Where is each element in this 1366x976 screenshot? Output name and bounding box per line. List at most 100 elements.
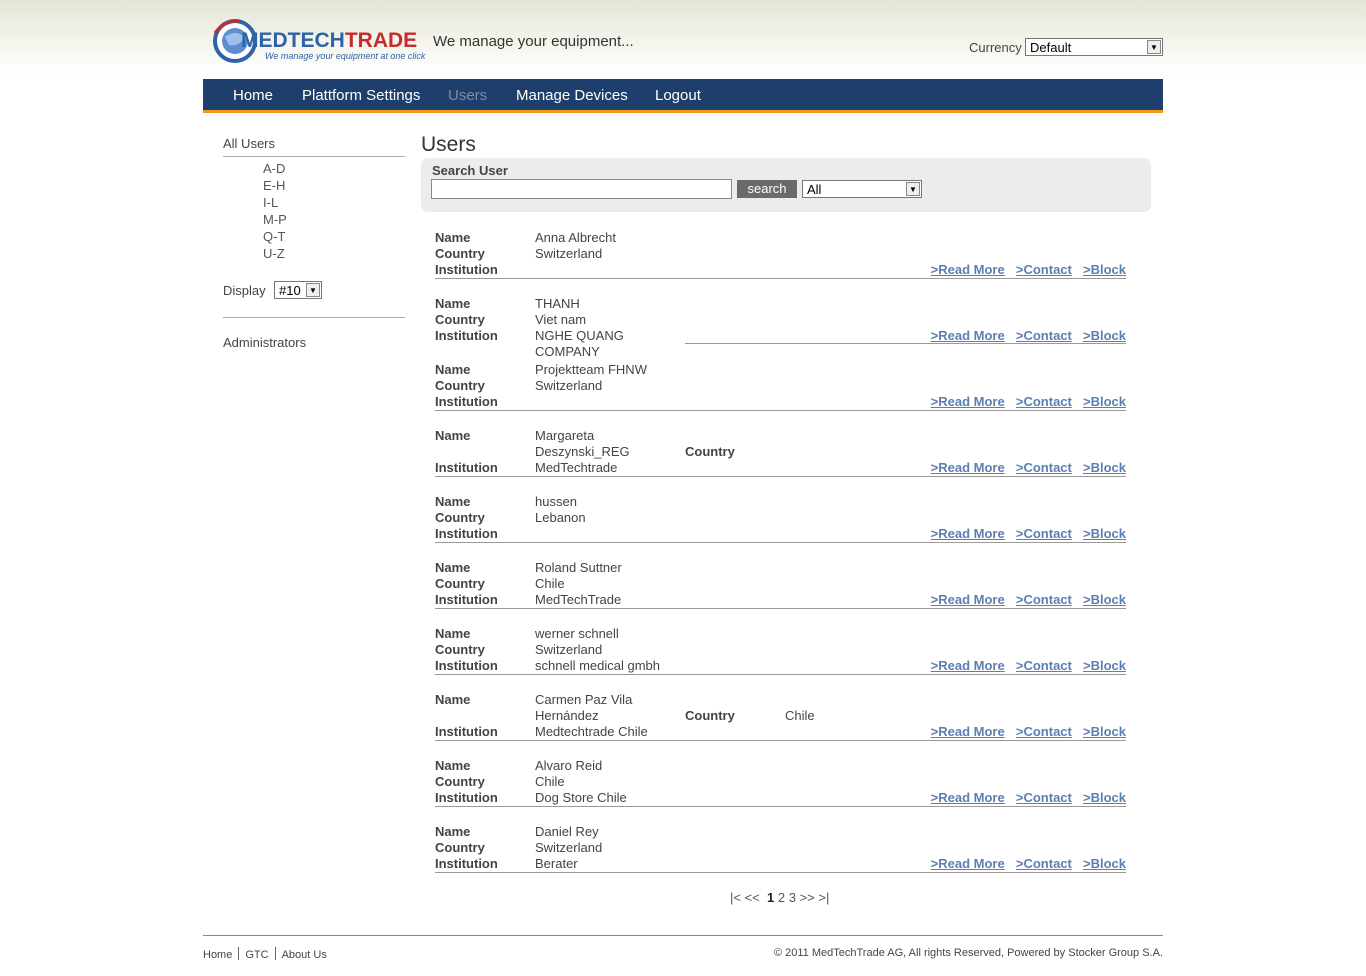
country-label: Country [435, 246, 485, 261]
block-link[interactable]: >Block [1083, 856, 1126, 871]
institution-label: Institution [435, 790, 498, 805]
contact-link[interactable]: >Contact [1016, 658, 1072, 673]
read-more-link[interactable]: >Read More [931, 856, 1005, 871]
name-label: Name [435, 428, 471, 443]
name-label: Name [435, 296, 471, 311]
user-name: Alvaro Reid [535, 758, 603, 773]
read-more-link[interactable]: >Read More [931, 262, 1005, 277]
pager-page-2[interactable]: 2 [778, 890, 785, 905]
user-actions: >Read More >Contact >Block [924, 526, 1126, 542]
pager-page-3[interactable]: 3 [789, 890, 796, 905]
nav-logout[interactable]: Logout [655, 87, 701, 104]
chevron-down-icon: ▼ [306, 283, 320, 297]
display-count-value: #10 [279, 283, 301, 298]
block-link[interactable]: >Block [1083, 394, 1126, 409]
chevron-down-icon: ▼ [906, 182, 920, 196]
contact-link[interactable]: >Contact [1016, 724, 1072, 739]
block-link[interactable]: >Block [1083, 592, 1126, 607]
read-more-link[interactable]: >Read More [931, 658, 1005, 673]
block-link[interactable]: >Block [1083, 790, 1126, 805]
user-name-line2: Hernández [535, 708, 599, 723]
medtechtrade-logo[interactable]: MEDTECHTRADE We manage your equipment at… [213, 17, 425, 65]
block-link[interactable]: >Block [1083, 328, 1126, 343]
user-institution: MedTechTrade [535, 592, 622, 607]
country-label: Country [435, 312, 485, 327]
logo-wordmark: MEDTECHTRADE [241, 29, 418, 52]
pager-first[interactable]: |< [730, 890, 741, 905]
name-label: Name [435, 362, 471, 377]
pager-page-1[interactable]: 1 [767, 890, 774, 905]
user-country: Chile [785, 708, 815, 723]
contact-link[interactable]: >Contact [1016, 790, 1072, 805]
user-row: Name hussen Country Lebanon Institution … [435, 492, 1126, 543]
footer-links: Home GTC About Us [203, 947, 327, 961]
sidebar-administrators[interactable]: Administrators [223, 335, 306, 350]
institution-label: Institution [435, 856, 498, 871]
contact-link[interactable]: >Contact [1016, 856, 1072, 871]
read-more-link[interactable]: >Read More [931, 328, 1005, 343]
read-more-link[interactable]: >Read More [931, 526, 1005, 541]
user-institution: Dog Store Chile [535, 790, 627, 805]
nav-users[interactable]: Users [448, 87, 487, 104]
footer-gtc-link[interactable]: GTC [245, 949, 268, 961]
contact-link[interactable]: >Contact [1016, 394, 1072, 409]
block-link[interactable]: >Block [1083, 526, 1126, 541]
search-button[interactable]: search [737, 180, 797, 198]
display-label: Display [223, 283, 266, 298]
search-input[interactable] [431, 179, 732, 199]
nav-platform-settings[interactable]: Plattform Settings [302, 87, 420, 104]
letter-filter-e-h[interactable]: E-H [263, 178, 287, 195]
footer-separator [274, 947, 276, 960]
country-label: Country [685, 444, 735, 459]
pager-last[interactable]: >| [818, 890, 829, 905]
institution-label: Institution [435, 262, 498, 277]
read-more-link[interactable]: >Read More [931, 724, 1005, 739]
name-label: Name [435, 824, 471, 839]
currency-select[interactable]: Default ▼ [1025, 38, 1163, 56]
search-filter-select[interactable]: All ▼ [802, 180, 922, 198]
user-actions: >Read More >Contact >Block [924, 724, 1126, 740]
user-actions: >Read More >Contact >Block [924, 592, 1126, 608]
letter-filter-list: A-D E-H I-L M-P Q-T U-Z [263, 161, 287, 263]
contact-link[interactable]: >Contact [1016, 328, 1072, 343]
contact-link[interactable]: >Contact [1016, 460, 1072, 475]
nav-home[interactable]: Home [233, 87, 273, 104]
country-label: Country [435, 774, 485, 789]
user-row: Name Projektteam FHNW Country Switzerlan… [435, 360, 1126, 411]
contact-link[interactable]: >Contact [1016, 592, 1072, 607]
block-link[interactable]: >Block [1083, 658, 1126, 673]
block-link[interactable]: >Block [1083, 724, 1126, 739]
chevron-down-icon: ▼ [1147, 40, 1161, 54]
pager-prev[interactable]: << [745, 890, 760, 905]
read-more-link[interactable]: >Read More [931, 460, 1005, 475]
read-more-link[interactable]: >Read More [931, 790, 1005, 805]
pager-next[interactable]: >> [800, 890, 815, 905]
block-link[interactable]: >Block [1083, 460, 1126, 475]
footer-home-link[interactable]: Home [203, 949, 232, 961]
sidebar-all-users[interactable]: All Users [223, 136, 405, 157]
block-link[interactable]: >Block [1083, 262, 1126, 277]
user-row: Name Carmen Paz Vila Hernández Country C… [435, 690, 1126, 741]
country-label: Country [435, 510, 485, 525]
contact-link[interactable]: >Contact [1016, 262, 1072, 277]
footer-about-link[interactable]: About Us [282, 949, 327, 961]
user-name: hussen [535, 494, 577, 509]
main-nav: Home Plattform Settings Users Manage Dev… [203, 79, 1163, 113]
display-count-select[interactable]: #10 ▼ [274, 281, 322, 299]
user-actions: >Read More >Contact >Block [924, 658, 1126, 674]
letter-filter-m-p[interactable]: M-P [263, 212, 287, 229]
read-more-link[interactable]: >Read More [931, 394, 1005, 409]
letter-filter-u-z[interactable]: U-Z [263, 246, 287, 263]
contact-link[interactable]: >Contact [1016, 526, 1072, 541]
letter-filter-i-l[interactable]: I-L [263, 195, 287, 212]
user-row: Name Daniel Rey Country Switzerland Inst… [435, 822, 1126, 873]
institution-label: Institution [435, 394, 498, 409]
institution-label: Institution [435, 724, 498, 739]
user-country: Chile [535, 576, 565, 591]
user-name-line2: Deszynski_REG [535, 444, 630, 459]
letter-filter-a-d[interactable]: A-D [263, 161, 287, 178]
letter-filter-q-t[interactable]: Q-T [263, 229, 287, 246]
read-more-link[interactable]: >Read More [931, 592, 1005, 607]
user-name: werner schnell [535, 626, 619, 641]
nav-manage-devices[interactable]: Manage Devices [516, 87, 628, 104]
